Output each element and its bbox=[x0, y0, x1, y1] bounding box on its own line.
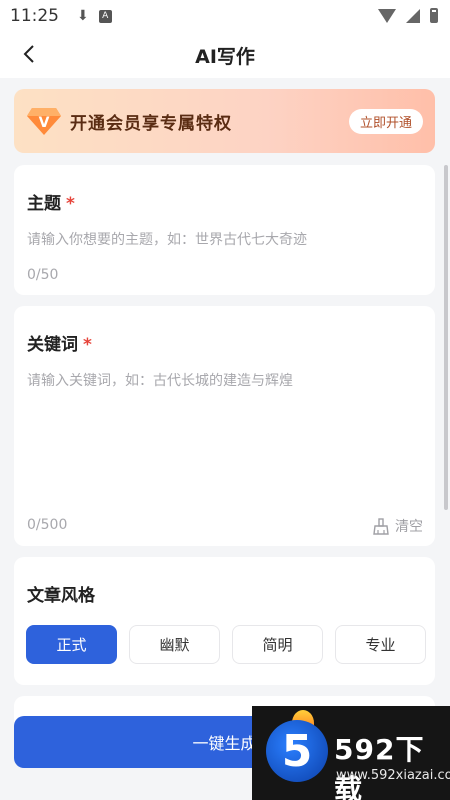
status-right bbox=[378, 8, 438, 23]
style-options: 正式 幽默 简明 专业 bbox=[26, 625, 426, 664]
vip-banner[interactable]: V 开通会员享专属特权 立即开通 bbox=[14, 89, 435, 153]
keywords-title: 关键词 * bbox=[27, 330, 92, 355]
keywords-card: 关键词 * 请输入关键词，如：古代长城的建造与辉煌 0/500 清空 bbox=[14, 306, 435, 546]
watermark-url: www.592xiazai.com bbox=[336, 768, 450, 783]
signal-icon bbox=[406, 8, 420, 23]
topic-counter: 0/50 bbox=[27, 267, 59, 283]
open-vip-button[interactable]: 立即开通 bbox=[348, 109, 423, 134]
style-title: 文章风格 bbox=[27, 586, 95, 606]
back-button[interactable] bbox=[22, 44, 38, 64]
topic-card: 主题 * 请输入你想要的主题，如：世界古代七大奇迹 0/50 bbox=[14, 165, 435, 295]
chevron-left-icon bbox=[23, 45, 34, 63]
keywords-input[interactable]: 请输入关键词，如：古代长城的建造与辉煌 bbox=[27, 370, 293, 390]
wifi-icon bbox=[378, 8, 396, 23]
style-option-concise[interactable]: 简明 bbox=[232, 625, 323, 664]
broom-icon bbox=[373, 517, 389, 535]
scrollbar[interactable] bbox=[444, 165, 448, 510]
page-title: AI写作 bbox=[195, 45, 255, 68]
style-option-formal[interactable]: 正式 bbox=[26, 625, 117, 664]
required-mark: * bbox=[66, 194, 75, 214]
vip-diamond-icon: V bbox=[27, 108, 61, 135]
style-option-professional[interactable]: 专业 bbox=[335, 625, 426, 664]
clear-button[interactable]: 清空 bbox=[373, 516, 423, 536]
style-card: 文章风格 正式 幽默 简明 专业 bbox=[14, 557, 435, 685]
required-mark: * bbox=[83, 335, 92, 355]
clear-label: 清空 bbox=[395, 519, 423, 535]
battery-icon bbox=[430, 8, 438, 23]
vip-letter: V bbox=[39, 115, 50, 131]
keywords-title-text: 关键词 bbox=[27, 335, 78, 355]
topic-input[interactable]: 请输入你想要的主题，如：世界古代七大奇迹 bbox=[27, 229, 307, 249]
status-bar: 11:25 ⬇ A bbox=[0, 0, 450, 32]
keywords-counter: 0/500 bbox=[27, 517, 68, 533]
topic-title: 主题 * bbox=[27, 189, 75, 214]
watermark-logo: 5 592下载 www.592xiazai.com bbox=[252, 706, 450, 800]
watermark-brand: 592下载 bbox=[334, 733, 425, 800]
topic-title-text: 主题 bbox=[27, 194, 61, 214]
status-time: 11:25 bbox=[10, 6, 59, 26]
download-icon: ⬇ bbox=[77, 8, 89, 24]
app-notification-icon: A bbox=[98, 9, 112, 23]
nav-bar: AI写作 bbox=[0, 32, 450, 78]
style-option-humor[interactable]: 幽默 bbox=[129, 625, 220, 664]
watermark-digit: 5 bbox=[266, 720, 328, 782]
banner-text: 开通会员享专属特权 bbox=[70, 113, 232, 134]
